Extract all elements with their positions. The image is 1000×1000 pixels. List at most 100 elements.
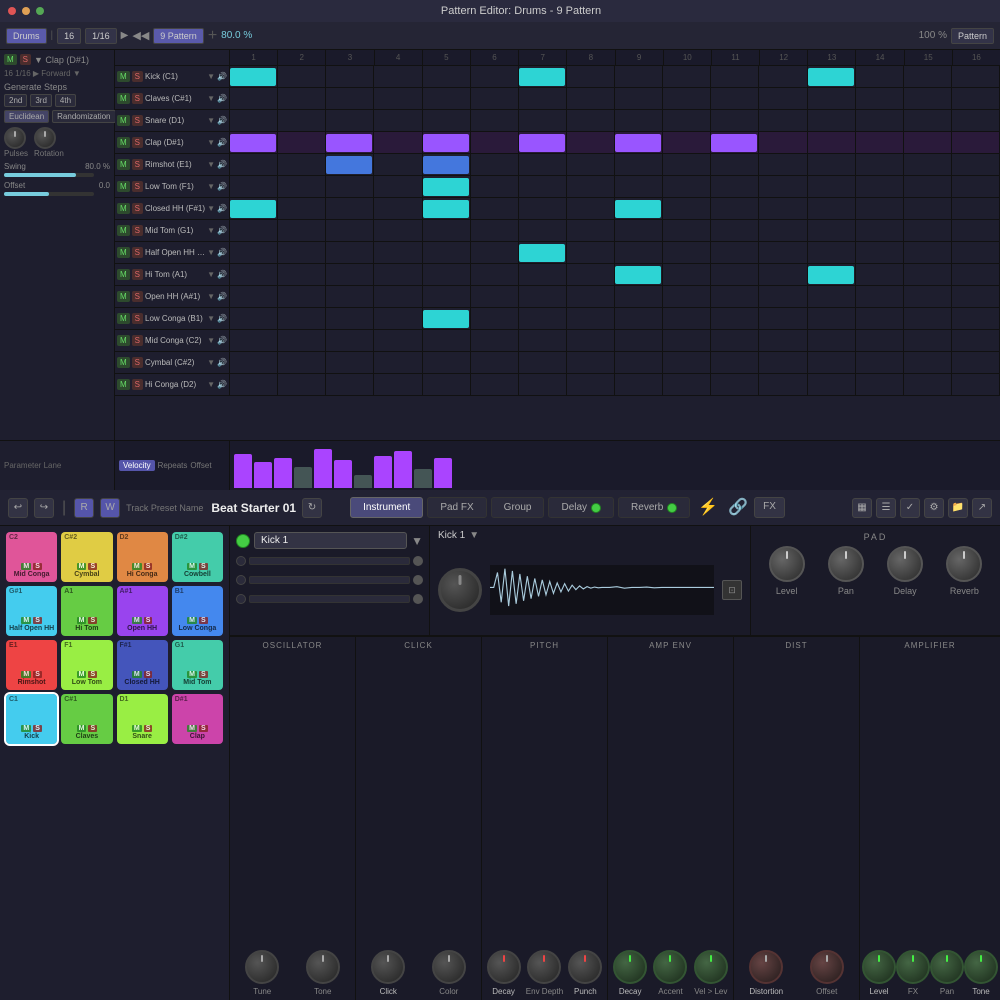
amp-tone-knob[interactable] [964,950,998,984]
grid-cell[interactable] [423,220,471,241]
grid-cell[interactable] [856,154,904,175]
grid-cell[interactable] [278,374,326,395]
grid-cell[interactable] [423,88,471,109]
grid-cell[interactable] [374,66,422,87]
amp-fx-knob[interactable] [896,950,930,984]
grid-cell[interactable] [663,220,711,241]
pattern-btn[interactable]: Pattern [951,28,994,44]
grid-cell[interactable] [952,176,1000,197]
grid-cell[interactable] [808,374,856,395]
track-volume[interactable]: 🔊 [217,358,227,367]
grid-cell[interactable] [471,352,519,373]
grid-cell[interactable] [904,198,952,219]
track-arrow[interactable]: ▼ [207,116,215,125]
grid-cell[interactable] [230,286,278,307]
track-solo-btn[interactable]: S [132,335,143,346]
track-arrow[interactable]: ▼ [207,292,215,301]
grid-cell[interactable] [759,110,807,131]
grid-cell[interactable] [856,352,904,373]
grid-cell[interactable] [856,66,904,87]
grid-cell[interactable] [952,242,1000,263]
track-solo-btn[interactable]: S [132,71,143,82]
grid-cell[interactable] [471,132,519,153]
grid-cell[interactable] [471,286,519,307]
grid-cell[interactable] [519,88,567,109]
track-mute-btn[interactable]: M [117,115,130,126]
grid-cell[interactable] [519,198,567,219]
grid-cell[interactable] [759,330,807,351]
track-mute-btn[interactable]: M [117,181,130,192]
track-solo-btn[interactable]: S [132,379,143,390]
grid-cell[interactable] [904,308,952,329]
track-mute-btn[interactable]: M [117,379,130,390]
grid-cell[interactable] [567,330,615,351]
grid-cell[interactable] [326,330,374,351]
grid-cell[interactable] [904,352,952,373]
grid-cell[interactable] [663,352,711,373]
grid-cell[interactable] [711,352,759,373]
fx-btn[interactable]: FX [754,497,785,518]
grid-cell[interactable] [471,88,519,109]
pad-cell[interactable]: B1 M S Low Conga [172,586,223,636]
grid-cell[interactable] [808,220,856,241]
grid-cell[interactable] [904,154,952,175]
grid-cell[interactable] [278,242,326,263]
grid-cell[interactable] [423,242,471,263]
pad-cell[interactable]: D2 M S Hi Conga [117,532,168,582]
2nd-btn[interactable]: 2nd [4,94,27,107]
pad-cell[interactable]: F#1 M S Closed HH [117,640,168,690]
vel-lev-knob[interactable] [694,950,728,984]
grid-cell[interactable] [615,66,663,87]
track-arrow[interactable]: ▼ [207,270,215,279]
grid-cell[interactable] [519,110,567,131]
grid-cell[interactable] [374,220,422,241]
grid-cell[interactable] [374,330,422,351]
folder-btn[interactable]: 📁 [948,498,968,518]
grid-cell[interactable] [471,264,519,285]
grid-cell[interactable] [759,286,807,307]
pad-reverb-knob[interactable] [946,546,982,582]
4th-btn[interactable]: 4th [55,94,76,107]
grid-cell[interactable] [567,110,615,131]
pattern-count-btn[interactable]: 9 Pattern [153,28,204,44]
grid-cell[interactable] [278,110,326,131]
grid-cell[interactable] [952,88,1000,109]
grid-cell[interactable] [519,374,567,395]
grid-cell[interactable] [615,176,663,197]
pad-cell[interactable]: C1 M S Kick [6,694,57,744]
track-mute-btn[interactable]: M [117,71,130,82]
grid-cell[interactable] [230,242,278,263]
grid-cell[interactable] [952,110,1000,131]
grid-cell[interactable] [759,352,807,373]
grid-cell[interactable] [904,66,952,87]
grid-cell[interactable] [230,88,278,109]
pad-delay-knob[interactable] [887,546,923,582]
write-btn[interactable]: W [100,498,120,518]
grid-cell[interactable] [326,66,374,87]
grid-cell[interactable] [278,352,326,373]
kick-dropdown-chevron[interactable]: ▼ [469,530,479,541]
track-arrow[interactable]: ▼ [207,204,215,213]
preset-arrow-btn[interactable]: ↻ [302,498,322,518]
grid-cell[interactable] [567,66,615,87]
waveform-btn[interactable]: ⊡ [722,580,742,600]
env-depth-knob[interactable] [527,950,561,984]
grid-cell[interactable] [615,220,663,241]
grid-cell[interactable] [711,308,759,329]
grid-cell[interactable] [374,264,422,285]
grid-cell[interactable] [326,198,374,219]
grid-cell[interactable] [711,286,759,307]
track-volume[interactable]: 🔊 [217,380,227,389]
grid-cell[interactable] [711,242,759,263]
pad-cell[interactable]: D#2 M S Cowbell [172,532,223,582]
track-arrow[interactable]: ▼ [207,138,215,147]
tab-instrument[interactable]: Instrument [350,497,423,518]
grid-cell[interactable] [615,88,663,109]
grid-cell[interactable] [278,330,326,351]
track-volume[interactable]: 🔊 [217,314,227,323]
grid-cell[interactable] [615,330,663,351]
track-arrow[interactable]: ▼ [207,94,215,103]
kick-dropdown-arrow[interactable]: ▼ [411,534,423,548]
grid-cell[interactable] [519,330,567,351]
tab-reverb[interactable]: Reverb [618,497,690,518]
